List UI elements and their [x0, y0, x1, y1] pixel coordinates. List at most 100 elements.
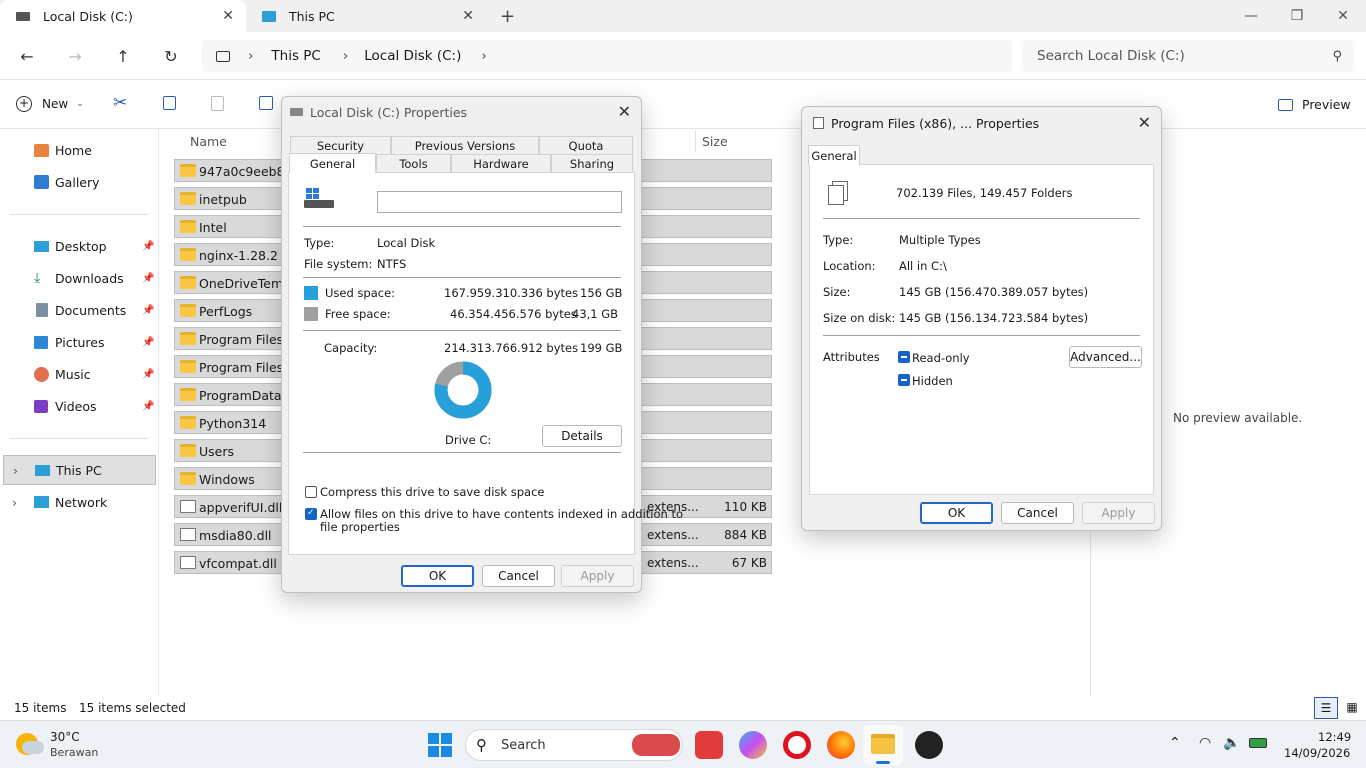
close-tab-icon[interactable]: ✕ — [462, 8, 474, 24]
obs-studio-icon[interactable] — [915, 731, 943, 759]
sidebar-item-network[interactable]: › Network — [0, 487, 156, 517]
sidebar-item-gallery[interactable]: Gallery — [0, 167, 156, 197]
tab-this-pc[interactable]: This PC ✕ — [246, 0, 486, 32]
refresh-icon[interactable]: ↻ — [157, 44, 185, 68]
monitor-icon — [216, 50, 230, 62]
tab-local-disk[interactable]: Local Disk (C:) ✕ — [0, 0, 246, 32]
weather-widget[interactable] — [16, 731, 44, 757]
type-label: Type: — [304, 236, 335, 250]
search-icon: ⚲ — [1332, 48, 1342, 64]
free-space-swatch — [304, 307, 318, 321]
file-name: Program Files (x — [199, 360, 283, 375]
up-arrow-icon[interactable]: ↑ — [109, 44, 137, 68]
file-explorer-taskbar-item[interactable] — [863, 725, 903, 765]
desktop-icon — [34, 241, 49, 252]
wifi-icon[interactable]: ◠ — [1199, 735, 1211, 751]
weather-desc[interactable]: Berawan — [50, 746, 98, 759]
advanced-button[interactable]: Advanced... — [1069, 346, 1142, 368]
taskbar-search-box[interactable]: ⚲ Search — [465, 729, 683, 761]
address-bar[interactable]: › This PC › Local Disk (C:) › — [202, 40, 1012, 72]
compress-checkbox[interactable] — [305, 486, 317, 498]
folder-properties-dialog: Program Files (x86), ... Properties ✕ 70… — [801, 106, 1162, 531]
wps-office-icon[interactable] — [695, 731, 723, 759]
back-arrow-icon[interactable]: ← — [13, 44, 41, 68]
search-icon: ⚲ — [476, 736, 487, 754]
tab-label: This PC — [289, 8, 335, 24]
new-tab-icon[interactable]: + — [500, 6, 515, 27]
drive-icon — [16, 11, 30, 21]
cut-icon[interactable]: ✂ — [113, 93, 127, 113]
index-label-line1: Allow files on this drive to have conten… — [320, 507, 683, 521]
minimize-icon[interactable]: — — [1228, 0, 1274, 32]
close-icon[interactable]: ✕ — [618, 102, 631, 121]
details-view-icon[interactable]: ☰ — [1314, 697, 1338, 719]
ok-button[interactable]: OK — [401, 565, 474, 587]
dll-file-icon — [180, 528, 196, 541]
weather-temp[interactable]: 30°C — [50, 730, 80, 744]
opera-browser-icon[interactable] — [783, 731, 811, 759]
tab-quota[interactable]: Quota — [539, 136, 633, 154]
read-only-checkbox[interactable] — [898, 351, 910, 363]
file-name: appverifUI.dll — [199, 500, 283, 515]
tiles-view-icon[interactable]: ▦ — [1342, 697, 1362, 719]
plus-circle-icon: + — [16, 96, 32, 112]
rename-icon[interactable] — [259, 96, 273, 110]
close-tab-icon[interactable]: ✕ — [222, 8, 234, 24]
sidebar-item-this-pc[interactable]: › This PC — [3, 455, 156, 485]
close-icon[interactable]: ✕ — [1138, 113, 1151, 132]
column-header-name[interactable]: Name — [190, 134, 227, 149]
drive-label-input[interactable] — [377, 191, 622, 213]
tab-sharing[interactable]: Sharing — [551, 154, 633, 172]
cancel-button[interactable]: Cancel — [482, 565, 555, 587]
index-checkbox[interactable] — [305, 508, 317, 520]
file-name: msdia80.dll — [199, 528, 272, 543]
close-window-icon[interactable]: ✕ — [1320, 0, 1366, 32]
item-count: 15 items — [14, 701, 67, 715]
folder-icon — [180, 192, 196, 205]
tab-previous-versions[interactable]: Previous Versions — [391, 136, 539, 154]
clock-date[interactable]: 14/09/2026 — [1284, 746, 1350, 760]
tab-security[interactable]: Security — [290, 136, 391, 154]
sidebar-item-pictures[interactable]: Pictures 📌 — [0, 327, 156, 357]
tab-general[interactable]: General — [808, 145, 860, 165]
clock-time[interactable]: 12:49 — [1318, 730, 1351, 744]
sidebar-item-downloads[interactable]: ⤓ Downloads 📌 — [0, 263, 156, 293]
apply-button[interactable]: Apply — [1082, 502, 1155, 524]
copy-icon[interactable] — [163, 96, 176, 110]
restore-icon[interactable]: ❐ — [1274, 0, 1320, 32]
cancel-button[interactable]: Cancel — [1001, 502, 1074, 524]
forward-arrow-icon[interactable]: → — [61, 44, 89, 68]
tab-tools[interactable]: Tools — [376, 154, 451, 172]
sidebar-item-documents[interactable]: Documents 📌 — [0, 295, 156, 325]
files-folders-summary: 702.139 Files, 149.457 Folders — [896, 186, 1073, 200]
column-header-size[interactable]: Size — [702, 134, 728, 149]
used-space-gb: 156 GB — [580, 286, 623, 300]
sidebar-item-desktop[interactable]: Desktop 📌 — [0, 231, 156, 261]
chevron-up-icon[interactable]: ⌃ — [1169, 735, 1181, 751]
sidebar-item-videos[interactable]: Videos 📌 — [0, 391, 156, 421]
tab-label: Local Disk (C:) — [43, 8, 133, 24]
tab-hardware[interactable]: Hardware — [451, 154, 551, 172]
sidebar-item-home[interactable]: Home — [0, 135, 156, 165]
general-tab-panel: Type: Local Disk File system: NTFS Used … — [288, 172, 683, 555]
sidebar-item-music[interactable]: Music 📌 — [0, 359, 156, 389]
battery-charging-icon[interactable] — [1249, 738, 1267, 748]
preview-button[interactable]: Preview — [1278, 97, 1351, 112]
tab-general[interactable]: General — [289, 153, 376, 173]
firefox-icon[interactable] — [827, 731, 855, 759]
paste-icon[interactable] — [211, 96, 224, 111]
folder-icon — [180, 416, 196, 429]
breadcrumb-this-pc[interactable]: This PC — [271, 48, 320, 64]
details-button[interactable]: Details — [542, 425, 622, 447]
pin-icon: 📌 — [142, 240, 155, 252]
new-button[interactable]: + New ⌄ — [16, 96, 84, 112]
breadcrumb-local-disk[interactable]: Local Disk (C:) — [364, 48, 461, 64]
volume-icon[interactable]: 🔈 — [1223, 735, 1240, 751]
apply-button[interactable]: Apply — [561, 565, 634, 587]
ok-button[interactable]: OK — [920, 502, 993, 524]
hidden-checkbox[interactable] — [898, 374, 910, 386]
windows-start-icon[interactable] — [428, 733, 452, 757]
copilot-icon[interactable] — [739, 731, 767, 759]
search-input[interactable]: Search Local Disk (C:) ⚲ — [1022, 40, 1354, 72]
column-divider[interactable] — [695, 130, 696, 152]
